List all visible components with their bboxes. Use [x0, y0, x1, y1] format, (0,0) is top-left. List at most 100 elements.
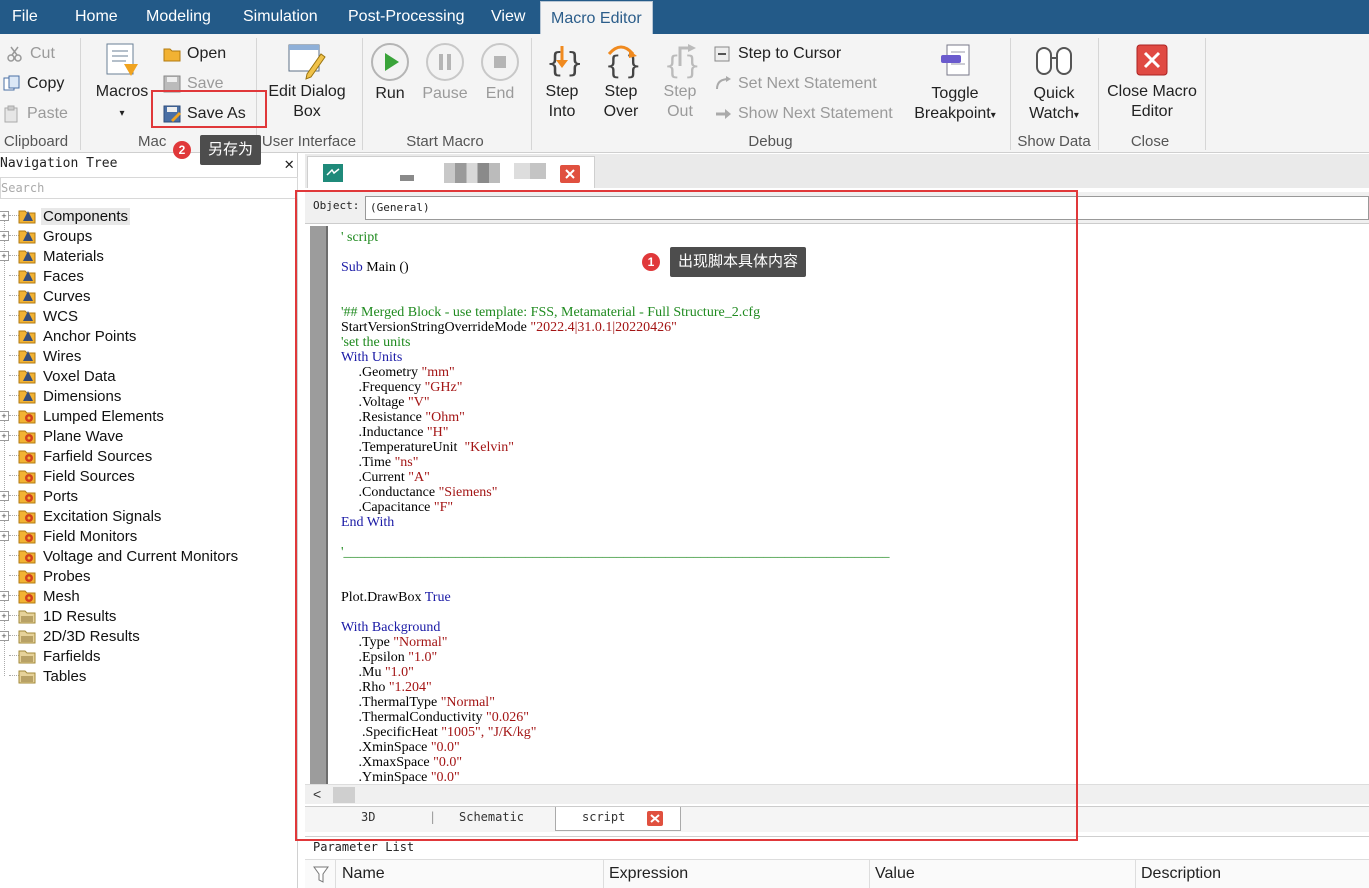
tree-item[interactable]: + Field Monitors: [0, 526, 298, 546]
tree-item[interactable]: Curves: [0, 286, 298, 306]
stop-icon: [481, 43, 519, 81]
annotation-badge-2: 2: [173, 141, 191, 159]
open-label: Open: [187, 45, 227, 62]
tree-item[interactable]: Voltage and Current Monitors: [0, 546, 298, 566]
folder-gear-icon: [18, 510, 36, 524]
tree-item[interactable]: Tables: [0, 666, 298, 686]
tree-item-label: Field Sources: [43, 467, 135, 485]
folder-gear-icon: [18, 590, 36, 604]
step-out-button[interactable]: {} Step Out: [658, 42, 702, 122]
close-icon[interactable]: ✕: [284, 153, 294, 175]
tree-item[interactable]: + Materials: [0, 246, 298, 266]
end-button[interactable]: End: [478, 42, 522, 104]
tree-item[interactable]: + Excitation Signals: [0, 506, 298, 526]
tree-item[interactable]: + Ports: [0, 486, 298, 506]
annotation-badge-1: 1: [642, 253, 660, 271]
tree-item[interactable]: +1D Results: [0, 606, 298, 626]
show-next-statement-button[interactable]: Show Next Statement: [714, 101, 893, 127]
expand-icon[interactable]: +: [0, 491, 9, 501]
folder-warning-icon: [18, 330, 36, 344]
tree-item[interactable]: Wires: [0, 346, 298, 366]
tree-item[interactable]: + Lumped Elements: [0, 406, 298, 426]
edit-dialog-label-2: Box: [293, 103, 321, 120]
tree-item[interactable]: + Components: [0, 206, 298, 226]
expand-icon[interactable]: +: [0, 431, 9, 441]
glasses-icon: [1036, 47, 1072, 75]
tree-item[interactable]: + Plane Wave: [0, 426, 298, 446]
tree-item[interactable]: Farfields: [0, 646, 298, 666]
step-over-button[interactable]: {} Step Over: [599, 42, 643, 122]
tree-item-label: Curves: [43, 287, 91, 305]
expand-icon[interactable]: +: [0, 231, 9, 241]
expand-icon[interactable]: +: [0, 591, 9, 601]
column-name[interactable]: Name: [342, 865, 385, 883]
set-next-statement-button[interactable]: Set Next Statement: [714, 71, 877, 97]
paste-button[interactable]: Paste: [3, 101, 68, 127]
filter-icon[interactable]: [313, 866, 329, 884]
cut-button[interactable]: Cut: [6, 41, 55, 67]
step-to-cursor-label: Step to Cursor: [738, 45, 842, 62]
quick-watch-button[interactable]: Quick Watch▾: [1020, 42, 1088, 126]
nav-title-text: Navigation Tree: [0, 156, 118, 171]
highlight-editor: [295, 190, 1078, 841]
macros-button[interactable]: Macros ▾: [92, 42, 152, 124]
step-out-label-2: Out: [667, 103, 693, 120]
column-expression[interactable]: Expression: [609, 865, 688, 883]
tab-post-processing[interactable]: Post-Processing: [348, 0, 465, 34]
copy-button[interactable]: Copy: [3, 71, 64, 97]
close-macro-label-1: Close Macro: [1107, 83, 1197, 100]
close-tab-icon[interactable]: [559, 164, 581, 184]
step-into-button[interactable]: {} Step Into: [540, 42, 584, 122]
folder-gear-icon: [18, 490, 36, 504]
tab-view[interactable]: View: [491, 0, 525, 34]
tree-item[interactable]: +2D/3D Results: [0, 626, 298, 646]
ribbon-tab-bar: File Home Modeling Simulation Post-Proce…: [0, 0, 1369, 34]
run-label: Run: [375, 85, 405, 102]
tree-item[interactable]: WCS: [0, 306, 298, 326]
toggle-breakpoint-button[interactable]: Toggle Breakpoint▾: [906, 42, 1004, 126]
tab-file[interactable]: File: [12, 0, 38, 34]
tab-home[interactable]: Home: [75, 0, 118, 34]
tree-item[interactable]: + Groups: [0, 226, 298, 246]
folder-warning-icon: [18, 390, 36, 404]
show-next-label: Show Next Statement: [738, 105, 893, 122]
expand-icon[interactable]: +: [0, 211, 9, 221]
step-to-cursor-button[interactable]: Step to Cursor: [714, 41, 841, 67]
open-button[interactable]: Open: [163, 41, 226, 67]
tree-item[interactable]: Faces: [0, 266, 298, 286]
tree-item[interactable]: Dimensions: [0, 386, 298, 406]
column-description[interactable]: Description: [1141, 865, 1221, 883]
tab-macro-editor[interactable]: Macro Editor: [540, 1, 653, 34]
expand-icon[interactable]: +: [0, 611, 9, 621]
tab-modeling[interactable]: Modeling: [146, 0, 211, 34]
group-label-debug: Debug: [748, 133, 793, 150]
tree-item-label: WCS: [43, 307, 78, 325]
folder-results-icon: [18, 670, 36, 684]
tree-item-label: Probes: [43, 567, 91, 585]
expand-icon[interactable]: +: [0, 631, 9, 641]
expand-icon[interactable]: +: [0, 411, 9, 421]
edit-dialog-box-button[interactable]: Edit Dialog Box: [262, 42, 352, 122]
tree-item[interactable]: Anchor Points: [0, 326, 298, 346]
tree-item[interactable]: Farfield Sources: [0, 446, 298, 466]
tree-item[interactable]: Voxel Data: [0, 366, 298, 386]
expand-icon[interactable]: +: [0, 251, 9, 261]
column-value[interactable]: Value: [875, 865, 915, 883]
tab-simulation[interactable]: Simulation: [243, 0, 318, 34]
redacted-title-block: [400, 175, 414, 181]
document-tab[interactable]: [307, 156, 595, 188]
expand-icon[interactable]: +: [0, 511, 9, 521]
step-out-icon: {}: [664, 44, 698, 80]
expand-icon[interactable]: +: [0, 531, 9, 541]
close-macro-editor-button[interactable]: Close Macro Editor: [1104, 42, 1200, 122]
tree-item[interactable]: + Mesh: [0, 586, 298, 606]
step-out-label-1: Step: [663, 83, 697, 100]
step-over-label-1: Step: [604, 83, 638, 100]
tree-item[interactable]: Probes: [0, 566, 298, 586]
search-input[interactable]: Search: [0, 177, 298, 199]
folder-results-icon: [18, 650, 36, 664]
redacted-title-block: [514, 163, 546, 179]
pause-button[interactable]: Pause: [420, 42, 470, 104]
tree-item[interactable]: Field Sources: [0, 466, 298, 486]
run-button[interactable]: Run: [368, 42, 412, 104]
